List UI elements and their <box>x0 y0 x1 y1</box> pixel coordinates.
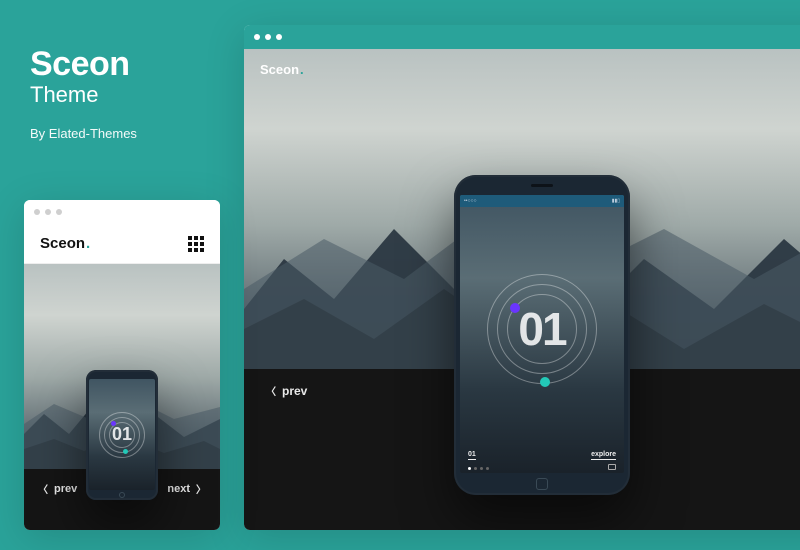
window-titlebar <box>24 200 220 224</box>
logo-text: Sceon <box>40 235 85 252</box>
phone-screen: 01 <box>89 379 155 490</box>
pagination-dots <box>468 467 489 470</box>
orb-teal-icon <box>540 377 550 387</box>
theme-title-block: Sceon Theme By Elated-Themes <box>30 45 137 141</box>
site-header: Sceon. <box>244 49 800 89</box>
phone-statusbar: ••○○○ ▮▮▯ <box>460 195 624 207</box>
dot-icon <box>468 467 471 470</box>
home-button-icon <box>536 478 548 490</box>
mobile-preview-window: Sceon. 〈 prev next 〉 <box>24 200 220 530</box>
prev-button[interactable]: 〈 prev <box>266 383 307 398</box>
phone-mockup: 01 <box>86 370 158 500</box>
dot-icon <box>474 467 477 470</box>
dot-icon <box>480 467 483 470</box>
window-dot-icon <box>254 34 260 40</box>
signal-icon: ••○○○ <box>464 198 477 204</box>
window-dot-icon <box>34 209 40 215</box>
home-button-icon <box>119 492 125 498</box>
phone-bezel-top <box>454 175 630 195</box>
slide-graphic: 01 <box>89 379 155 490</box>
slide-graphic: 01 <box>460 207 624 451</box>
explore-link[interactable]: explore <box>591 451 616 460</box>
window-dot-icon <box>265 34 271 40</box>
slide-index-label: 01 <box>468 451 476 460</box>
dot-icon <box>486 467 489 470</box>
theme-name: Sceon <box>30 45 137 84</box>
phone-mockup: ••○○○ ▮▮▯ 01 01 explore <box>454 175 630 495</box>
window-dot-icon <box>45 209 51 215</box>
earpiece-icon <box>531 184 553 187</box>
chevron-left-icon: 〈 <box>266 383 276 398</box>
prev-label: prev <box>54 483 77 495</box>
chevron-right-icon: 〉 <box>196 481 206 496</box>
theme-author: By Elated-Themes <box>30 126 137 141</box>
theme-subtitle: Theme <box>30 82 137 108</box>
desktop-preview-window: Sceon. 〈 prev next 〉 ••○○○ ▮▮▯ 01 <box>244 25 800 530</box>
next-label: next <box>167 483 190 495</box>
orb-purple-icon <box>510 303 520 313</box>
orb-teal-icon <box>123 449 128 454</box>
logo-text: Sceon <box>260 62 299 77</box>
prev-label: prev <box>282 384 307 398</box>
window-titlebar <box>244 25 800 49</box>
site-logo[interactable]: Sceon. <box>260 62 304 77</box>
site-logo[interactable]: Sceon. <box>40 235 90 252</box>
chevron-left-icon: 〈 <box>38 481 48 496</box>
slide-number: 01 <box>518 302 565 356</box>
phone-screen: ••○○○ ▮▮▯ 01 01 explore <box>460 195 624 473</box>
logo-dot: . <box>86 235 90 252</box>
logo-dot: . <box>300 62 304 77</box>
window-dot-icon <box>56 209 62 215</box>
site-header: Sceon. <box>24 224 220 264</box>
battery-icon: ▮▮▯ <box>612 198 620 204</box>
prev-button[interactable]: 〈 prev <box>38 481 77 496</box>
window-dot-icon <box>276 34 282 40</box>
camera-icon <box>608 464 616 470</box>
next-button[interactable]: next 〉 <box>167 481 206 496</box>
orb-purple-icon <box>111 421 116 426</box>
menu-grid-icon[interactable] <box>188 236 204 252</box>
slide-number: 01 <box>112 424 132 445</box>
phone-slide-footer: 01 explore <box>460 451 624 473</box>
